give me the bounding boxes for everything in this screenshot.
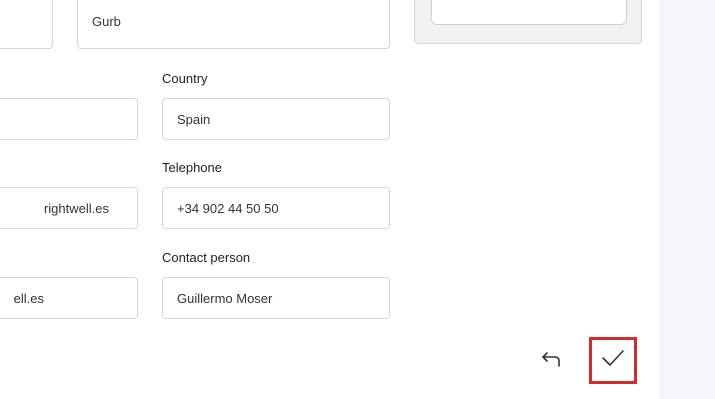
telephone-field[interactable]: +34 902 44 50 50 [162,187,390,229]
telephone-field-value: +34 902 44 50 50 [177,200,279,216]
top-right-field[interactable]: Gurb [77,0,390,49]
checkmark-icon [601,348,625,373]
top-left-field[interactable] [0,0,53,49]
contact-person-field-value: Guillermo Moser [177,290,273,306]
country-field-value: Spain [177,111,211,127]
preview-box [414,0,642,44]
contact-person-field[interactable]: Guillermo Moser [162,277,390,319]
email-field-value: rightwell.es [43,200,109,216]
side-panel [659,0,715,399]
telephone-label: Telephone [162,160,222,175]
website-field[interactable]: ell.es [0,277,138,319]
website-field-value: ell.es [13,290,44,306]
country-label: Country [162,71,208,86]
left-field-2[interactable] [0,98,138,140]
confirm-button[interactable] [589,337,637,384]
back-button[interactable] [536,345,568,377]
preview-inner-frame [431,0,627,25]
country-field[interactable]: Spain [162,98,390,140]
top-right-field-value: Gurb [92,14,121,29]
undo-arrow-icon [541,350,563,373]
contact-person-label: Contact person [162,250,251,265]
email-field[interactable]: rightwell.es [0,187,138,229]
